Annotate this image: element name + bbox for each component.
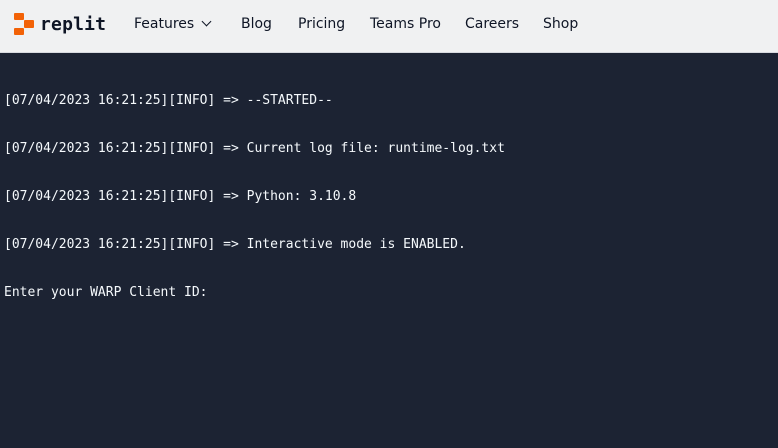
console-line: [07/04/2023 16:21:25][INFO] => Current l… [4, 141, 505, 156]
console-line: [07/04/2023 16:21:25][INFO] => Interacti… [4, 237, 466, 252]
nav-blog[interactable]: Blog [241, 14, 272, 34]
top-nav-bar: replit Features Blog Pricing Teams Pro C… [0, 0, 778, 53]
console-line: [07/04/2023 16:21:25][INFO] => --STARTED… [4, 93, 333, 108]
nav-teams-pro[interactable]: Teams Pro [370, 14, 441, 34]
console-lines: [07/04/2023 16:21:25][INFO] => --STARTED… [4, 61, 505, 333]
replit-logo-icon [14, 13, 34, 35]
brand-name: replit [40, 13, 107, 35]
console-output[interactable]: [07/04/2023 16:21:25][INFO] => --STARTED… [0, 53, 778, 448]
nav-features-label: Features [134, 16, 195, 32]
nav-pricing[interactable]: Pricing [298, 14, 345, 34]
nav-careers[interactable]: Careers [465, 14, 519, 34]
console-line: [07/04/2023 16:21:25][INFO] => Python: 3… [4, 189, 357, 204]
nav-features[interactable]: Features [134, 14, 212, 34]
nav-shop[interactable]: Shop [543, 14, 578, 34]
chevron-down-icon [201, 16, 212, 27]
console-input-prompt[interactable]: Enter your WARP Client ID: [4, 285, 505, 301]
replit-logo-link[interactable]: replit [14, 12, 106, 36]
